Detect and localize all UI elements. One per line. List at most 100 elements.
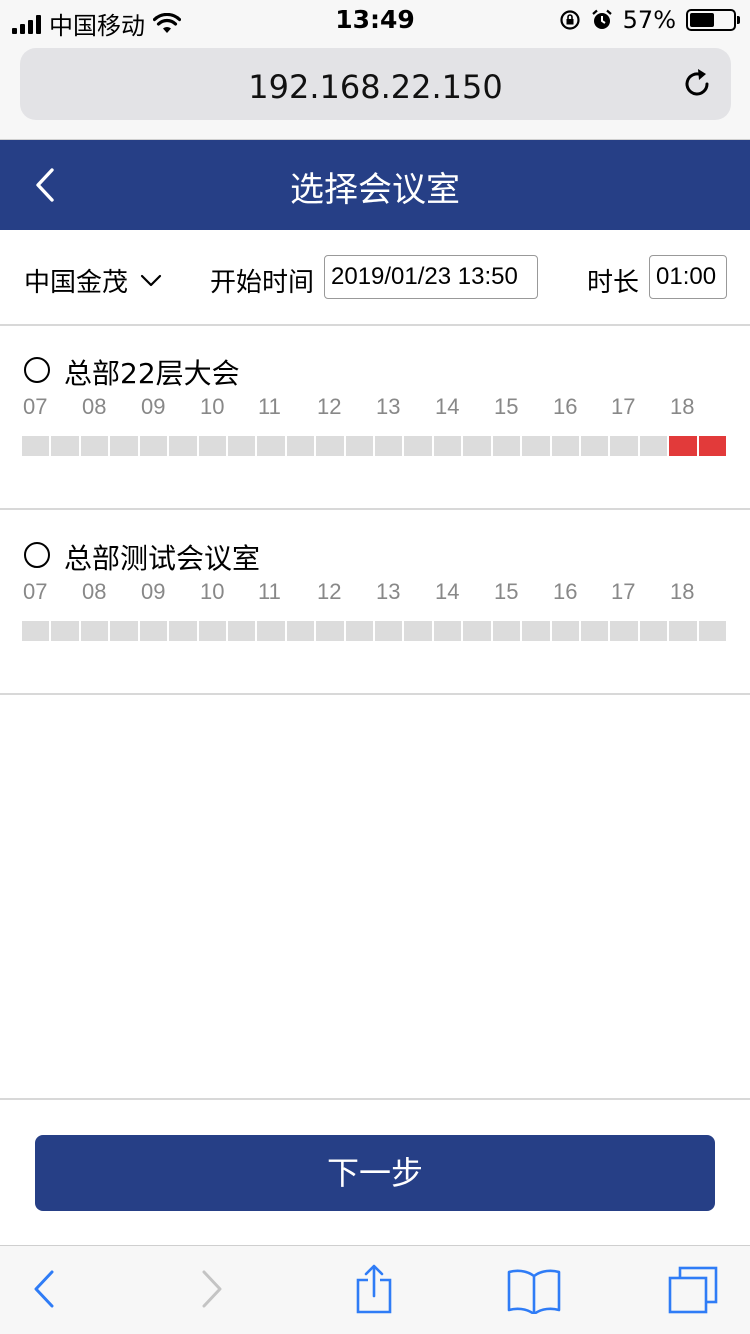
timeslot-free[interactable] [345, 436, 374, 456]
url-text[interactable]: 192.168.22.150 [20, 68, 731, 106]
timeslot-free[interactable] [581, 436, 609, 456]
battery-percent: 57% [622, 6, 676, 34]
timeslot-free[interactable] [639, 621, 668, 641]
browser-back-icon[interactable] [30, 1266, 58, 1312]
room-radio[interactable] [24, 542, 50, 568]
room-radio[interactable] [24, 357, 50, 383]
timeslot-free[interactable] [522, 436, 550, 456]
timeslot-free[interactable] [286, 436, 315, 456]
browser-address-area: 192.168.22.150 [0, 40, 750, 140]
timeslot-free[interactable] [80, 621, 109, 641]
next-step-button[interactable]: 下一步 [35, 1135, 715, 1211]
timeline-bars [22, 621, 727, 641]
timeslot-busy[interactable] [698, 436, 727, 456]
hour-label: 14 [435, 579, 460, 604]
hour-label: 09 [141, 579, 166, 604]
timeslot-free[interactable] [551, 621, 580, 641]
timeslot-free[interactable] [51, 621, 79, 641]
divider [0, 1098, 750, 1100]
status-right: 57% [559, 6, 740, 34]
timeslot-free[interactable] [22, 436, 50, 456]
room-name[interactable]: 总部测试会议室 [64, 537, 260, 577]
hour-label: 10 [200, 394, 225, 419]
timeslot-free[interactable] [345, 621, 374, 641]
timeslot-free[interactable] [698, 621, 727, 641]
timeslot-free[interactable] [551, 436, 580, 456]
timeslot-free[interactable] [375, 436, 403, 456]
browser-forward-icon[interactable] [198, 1266, 226, 1312]
status-bar: 中国移动 13:49 57% [0, 0, 750, 40]
reload-icon[interactable] [679, 66, 715, 102]
location-label[interactable]: 中国金茂 [24, 262, 128, 299]
timeslot-busy[interactable] [669, 436, 697, 456]
timeslot-free[interactable] [463, 621, 491, 641]
timeslot-free[interactable] [169, 621, 197, 641]
page-title: 选择会议室 [290, 170, 460, 210]
timeslot-free[interactable] [433, 621, 462, 641]
timeslot-free[interactable] [522, 621, 550, 641]
timeslot-free[interactable] [169, 436, 197, 456]
hour-label: 10 [200, 579, 225, 604]
hour-label: 07 [23, 394, 48, 419]
timeslot-free[interactable] [198, 436, 226, 456]
tabs-icon[interactable] [666, 1264, 720, 1316]
timeslot-free[interactable] [51, 436, 79, 456]
hour-label: 08 [82, 579, 107, 604]
hour-label: 17 [611, 579, 636, 604]
hour-label: 17 [611, 394, 636, 419]
timeslot-free[interactable] [139, 436, 168, 456]
hour-label: 08 [82, 394, 107, 419]
hour-label: 09 [141, 394, 166, 419]
start-time-label: 开始时间 [210, 268, 315, 298]
timeslot-free[interactable] [316, 436, 344, 456]
timeslot-free[interactable] [139, 621, 168, 641]
hour-label: 16 [553, 394, 578, 419]
timeslot-free[interactable] [404, 436, 432, 456]
duration-label: 时长 [587, 268, 640, 298]
timeslot-free[interactable] [22, 621, 50, 641]
timeslot-free[interactable] [198, 621, 226, 641]
hour-label: 14 [435, 394, 460, 419]
timeslot-free[interactable] [463, 436, 491, 456]
timeslot-free[interactable] [669, 621, 697, 641]
timeslot-free[interactable] [610, 436, 638, 456]
timeline-bars [22, 436, 727, 456]
hour-label: 12 [317, 394, 342, 419]
hour-label: 15 [494, 579, 519, 604]
bookmarks-icon[interactable] [506, 1268, 562, 1314]
timeslot-free[interactable] [227, 436, 256, 456]
timeslot-free[interactable] [257, 621, 285, 641]
address-bar[interactable]: 192.168.22.150 [20, 48, 731, 120]
timeslot-free[interactable] [639, 436, 668, 456]
share-icon[interactable] [354, 1262, 394, 1316]
filter-row: 中国金茂 开始时间 2019/01/23 13:50 时长 01:00 [0, 230, 750, 326]
hour-label: 18 [670, 579, 695, 604]
timeslot-free[interactable] [492, 621, 521, 641]
hour-labels: 07 08 09 10 11 12 13 14 15 16 17 18 [22, 394, 728, 422]
room-name[interactable]: 总部22层大会 [64, 352, 240, 392]
location-dropdown[interactable]: 中国金茂 [24, 262, 162, 299]
browser-toolbar [0, 1245, 750, 1334]
hour-labels: 07 08 09 10 11 12 13 14 15 16 17 18 [22, 579, 728, 607]
timeslot-free[interactable] [80, 436, 109, 456]
room-card[interactable]: 总部测试会议室 07 08 09 10 11 12 13 14 15 16 17… [0, 511, 750, 695]
timeslot-free[interactable] [375, 621, 403, 641]
hour-label: 13 [376, 579, 401, 604]
hour-label: 11 [258, 579, 281, 604]
timeslot-free[interactable] [227, 621, 256, 641]
room-card[interactable]: 总部22层大会 07 08 09 10 11 12 13 14 15 16 17… [0, 326, 750, 510]
timeslot-free[interactable] [110, 621, 138, 641]
timeslot-free[interactable] [286, 621, 315, 641]
timeslot-free[interactable] [316, 621, 344, 641]
timeslot-free[interactable] [433, 436, 462, 456]
hour-label: 18 [670, 394, 695, 419]
timeslot-free[interactable] [581, 621, 609, 641]
timeslot-free[interactable] [610, 621, 638, 641]
chevron-down-icon[interactable] [140, 274, 162, 288]
timeslot-free[interactable] [492, 436, 521, 456]
timeslot-free[interactable] [257, 436, 285, 456]
duration-input[interactable]: 01:00 [649, 255, 727, 299]
timeslot-free[interactable] [110, 436, 138, 456]
start-time-input[interactable]: 2019/01/23 13:50 [324, 255, 538, 299]
timeslot-free[interactable] [404, 621, 432, 641]
